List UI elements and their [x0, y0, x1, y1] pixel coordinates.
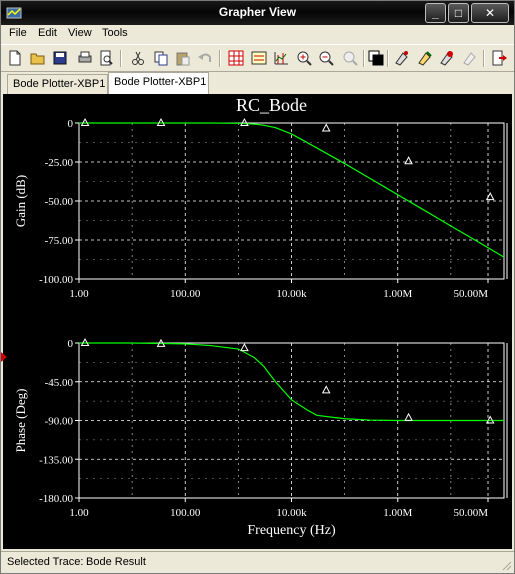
save-icon[interactable] — [51, 49, 69, 67]
trace-marker — [80, 117, 90, 126]
menu-view[interactable]: View — [68, 27, 92, 39]
x-tick-label: 100.00 — [170, 507, 201, 519]
x-tick-label: 50.00M — [453, 507, 488, 519]
toolbar-separator — [363, 50, 365, 67]
toolbar-separator — [483, 50, 485, 67]
x-axis-label: Frequency (Hz) — [247, 523, 336, 538]
trace-marker — [240, 117, 249, 126]
trace-marker — [404, 156, 413, 165]
maximize-icon: □ — [454, 6, 463, 20]
x-tick-label: 50.00M — [453, 288, 488, 300]
trace-marker — [240, 343, 249, 352]
y-tick-label: -50.00 — [45, 196, 74, 208]
print-icon[interactable] — [76, 49, 94, 67]
bode-plot[interactable]: RC_Bode 1.00 100.00 10.00k 1.00M 50.00M 0 -25.0… — [3, 94, 512, 549]
close-button[interactable]: ✕ — [471, 3, 509, 23]
y-tick-label: -135.00 — [39, 454, 73, 466]
trace-properties-icon[interactable] — [393, 49, 411, 67]
reverse-colors-icon[interactable] — [367, 49, 385, 67]
status-value: Bode Result — [86, 556, 146, 568]
title-bar[interactable]: Grapher View _ □ ✕ — [1, 1, 514, 25]
status-label: Selected Trace: — [7, 556, 84, 568]
minimize-icon: _ — [432, 6, 439, 20]
y-tick-label: -180.00 — [39, 493, 73, 505]
zoom-fit-icon[interactable] — [341, 49, 359, 67]
overlay-traces-icon[interactable] — [438, 49, 456, 67]
trace-marker — [321, 385, 331, 394]
new-icon[interactable] — [6, 49, 24, 67]
status-bar: Selected Trace: Bode Result — [1, 551, 514, 573]
select-marks-icon[interactable] — [416, 49, 434, 67]
add-trace-icon[interactable] — [461, 49, 479, 67]
minimize-button[interactable]: _ — [425, 3, 446, 23]
chart-title: RC_Bode — [236, 95, 307, 115]
copy-icon[interactable] — [152, 49, 170, 67]
close-icon: ✕ — [484, 6, 496, 20]
y-tick-label: -25.00 — [45, 157, 74, 169]
legend-icon[interactable] — [250, 49, 268, 67]
export-icon[interactable] — [490, 49, 508, 67]
trace-marker — [321, 123, 331, 132]
toolbar-separator — [120, 50, 122, 67]
print-preview-icon[interactable] — [97, 49, 115, 67]
y-tick-label: -75.00 — [45, 235, 74, 247]
y-tick-label: -45.00 — [45, 377, 74, 389]
tab-bar: Bode Plotter-XBP1 Bode Plotter-XBP1 — [1, 72, 514, 94]
x-tick-label: 1.00 — [69, 507, 89, 519]
trace-marker — [80, 337, 90, 346]
cursor-icon[interactable] — [272, 49, 290, 67]
x-tick-label: 10.00k — [276, 288, 307, 300]
x-tick-label: 10.00k — [276, 507, 307, 519]
tab-bode-plotter-1[interactable]: Bode Plotter-XBP1 — [7, 74, 108, 94]
y-tick-label: -90.00 — [45, 416, 74, 428]
trace-marker-icon — [1, 352, 7, 362]
open-icon[interactable] — [29, 49, 47, 67]
y-axis-label: Gain (dB) — [13, 175, 28, 227]
plot-area[interactable]: RC_Bode 1.00 100.00 10.00k 1.00M 50.00M 0 -25.0… — [3, 94, 512, 549]
zoom-out-icon[interactable] — [317, 49, 335, 67]
toolbar-separator — [387, 50, 389, 67]
maximize-button[interactable]: □ — [448, 3, 469, 23]
menu-file[interactable]: File — [9, 27, 27, 39]
y-axis-label: Phase (Deg) — [13, 389, 28, 453]
tab-bode-plotter-2[interactable]: Bode Plotter-XBP1 — [108, 72, 209, 94]
x-tick-label: 1.00 — [69, 288, 89, 300]
grid-icon[interactable] — [227, 49, 245, 67]
cut-icon[interactable] — [129, 49, 147, 67]
toolbar-separator — [219, 50, 221, 67]
y-tick-label: -100.00 — [39, 274, 73, 286]
menu-edit[interactable]: Edit — [38, 27, 57, 39]
grapher-window: Grapher View _ □ ✕ File Edit View Tools — [0, 0, 515, 574]
resize-grip-icon[interactable] — [500, 559, 512, 571]
y-tick-label: 0 — [68, 118, 74, 130]
toolbar — [1, 44, 514, 72]
undo-icon[interactable] — [196, 49, 214, 67]
zoom-in-icon[interactable] — [295, 49, 313, 67]
paste-icon[interactable] — [174, 49, 192, 67]
x-tick-label: 1.00M — [383, 507, 412, 519]
x-tick-label: 1.00M — [383, 288, 412, 300]
menu-tools[interactable]: Tools — [102, 27, 128, 39]
y-tick-label: 0 — [68, 338, 74, 350]
menu-bar: File Edit View Tools — [1, 25, 514, 43]
trace-marker — [404, 412, 413, 421]
x-tick-label: 100.00 — [170, 288, 201, 300]
trace-marker — [156, 117, 166, 126]
